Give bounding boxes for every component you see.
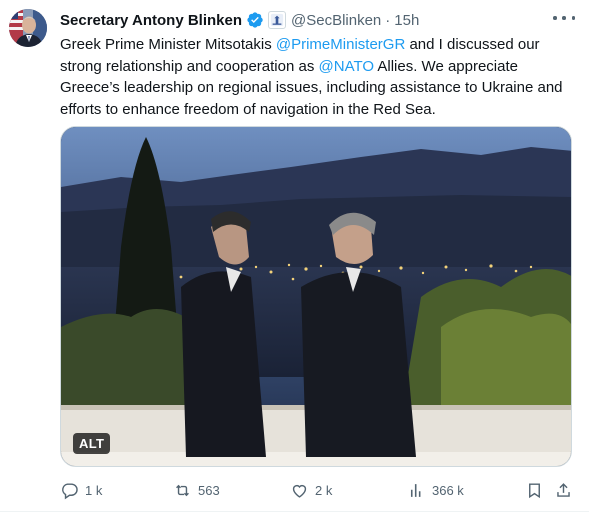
tweet-timestamp[interactable]: 15h (394, 12, 419, 29)
views-button[interactable]: 366 k (407, 478, 464, 502)
tweet-photo[interactable]: ALT (60, 126, 572, 467)
mention-link[interactable]: @PrimeMinisterGR (276, 36, 405, 53)
like-icon (292, 484, 307, 498)
author-handle[interactable]: @SecBlinken (291, 12, 381, 29)
avatar[interactable] (9, 9, 47, 47)
repost-icon (176, 484, 189, 496)
action-bar: 1 k 563 2 k 366 k (60, 478, 580, 502)
repost-count: 563 (198, 482, 220, 498)
share-icon (557, 482, 570, 497)
alt-badge[interactable]: ALT (73, 433, 111, 454)
bookmark-icon (529, 482, 540, 498)
author-name[interactable]: Secretary Antony Blinken (60, 12, 242, 29)
more-icon[interactable] (553, 12, 575, 24)
like-button[interactable]: 2 k (290, 478, 332, 502)
tweet[interactable]: Secretary Antony Blinken @SecBlinken · 1… (0, 0, 589, 512)
tweet-text: Greek Prime Minister Mitsotakis @PrimeMi… (60, 34, 580, 120)
share-button[interactable] (554, 478, 579, 502)
views-count: 366 k (432, 482, 464, 498)
tweet-text-part: Greek Prime Minister Mitsotakis (60, 36, 276, 53)
reply-button[interactable]: 1 k (60, 478, 102, 502)
avatar-image (9, 9, 47, 47)
verified-badge-icon[interactable] (246, 11, 264, 29)
views-icon (410, 483, 421, 497)
tweet-header: Secretary Antony Blinken @SecBlinken · 1… (60, 9, 549, 31)
like-count: 2 k (315, 482, 333, 498)
us-government-seal-icon[interactable] (268, 11, 286, 29)
bookmark-button[interactable] (525, 478, 550, 502)
reply-icon (62, 482, 78, 499)
header-separator: · (385, 11, 391, 29)
photo-image (61, 127, 571, 466)
repost-button[interactable]: 563 (173, 478, 220, 502)
reply-count: 1 k (85, 482, 103, 498)
mention-link[interactable]: @NATO (319, 58, 375, 75)
